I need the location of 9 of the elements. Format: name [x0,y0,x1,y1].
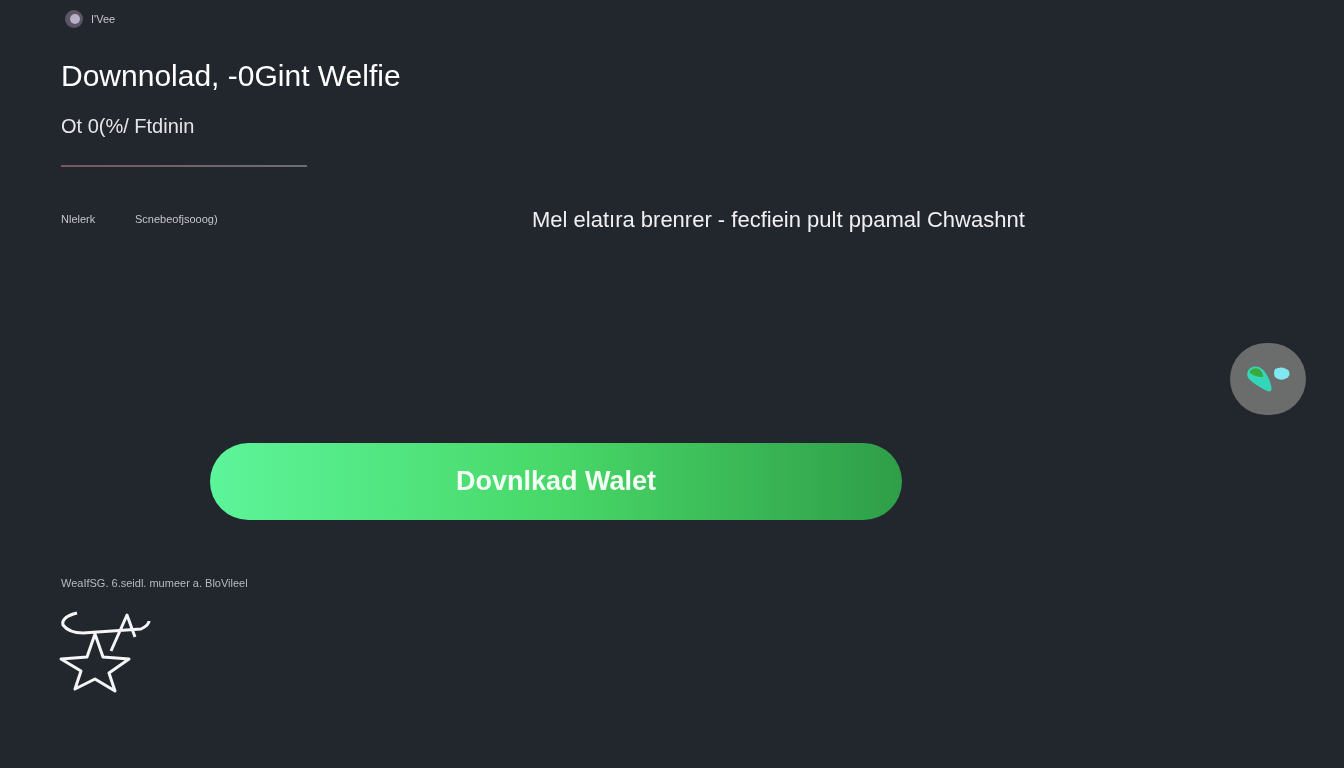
tagline: Mel elatıra brenrer - fecfiein pult ppamal Chwashnt [532,205,1025,234]
download-button[interactable]: Dovnlkad Walet [210,442,902,520]
meta-label: Nlelerk [61,211,97,227]
logo-icon [65,10,83,28]
meta-label: Scnebeofjsooog) [135,211,219,227]
subtitle: Ot 0(%/ Ftdinin [61,113,196,139]
page-title: Downnolad, -0Gint Welfie [61,58,402,94]
brand-name: I'Vee [91,11,116,27]
footer-note: WeaIfSG. 6.seidl. mumeer a. BloVileel [61,575,249,591]
